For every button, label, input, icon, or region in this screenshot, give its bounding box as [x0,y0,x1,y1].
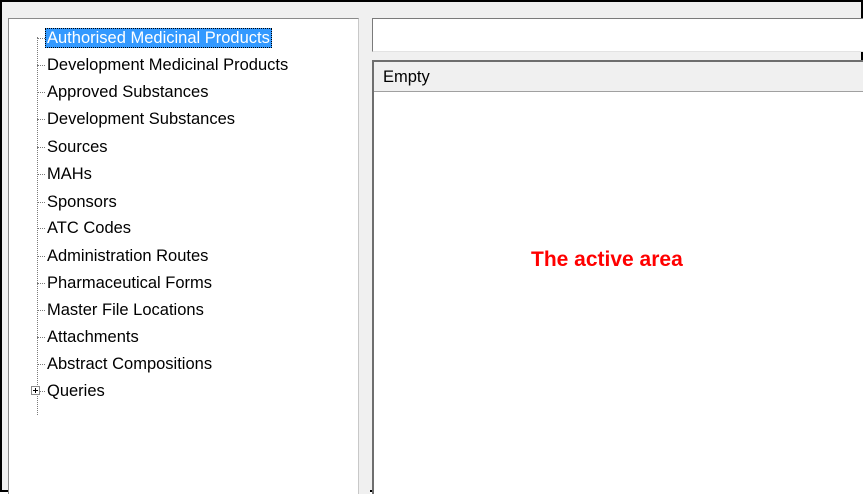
tree-branch-line [37,173,45,175]
tree-branch-line [37,118,45,120]
tree-item-attachments[interactable]: Attachments [37,327,141,347]
tree-item-administration-routes[interactable]: Administration Routes [37,246,210,266]
content-grid[interactable]: Empty The active area [372,60,863,494]
tree-item-mahs[interactable]: MAHs [37,164,94,184]
active-area-annotation: The active area [531,248,683,271]
tree-item-development-substances[interactable]: Development Substances [37,109,237,129]
navigation-tree: Authorised Medicinal Products Developmen… [9,19,358,494]
tree-item-label: Sources [47,138,108,156]
tree-branch-line [37,282,45,284]
tree-branch-line [37,336,45,338]
tree-item-queries[interactable]: Queries [31,381,107,401]
tree-branch-line [37,363,45,365]
grid-header-label: Empty [383,68,430,86]
tree-item-development-medicinal-products[interactable]: Development Medicinal Products [37,55,290,75]
grid-column-header[interactable]: Empty [374,62,863,92]
tree-item-sources[interactable]: Sources [37,137,110,157]
tree-item-abstract-compositions[interactable]: Abstract Compositions [37,354,214,374]
tree-branch-line [37,146,45,148]
tree-item-label: Administration Routes [47,247,209,265]
tree-item-label: Abstract Compositions [47,355,213,373]
plus-expander-icon[interactable] [31,386,40,395]
application-window: Authorised Medicinal Products Developmen… [0,0,863,494]
tree-item-authorised-medicinal-products[interactable]: Authorised Medicinal Products [37,28,272,48]
navigation-tree-panel[interactable]: Authorised Medicinal Products Developmen… [8,18,359,494]
tree-item-label: Approved Substances [47,83,209,101]
tree-item-label: Attachments [47,328,139,346]
top-text-field[interactable] [372,18,863,52]
tree-item-sponsors[interactable]: Sponsors [37,192,119,212]
tree-item-label: Development Substances [47,110,236,128]
tree-item-pharmaceutical-forms[interactable]: Pharmaceutical Forms [37,273,214,293]
tree-branch-line [37,37,45,39]
tree-item-label: ATC Codes [47,219,132,237]
tree-branch-line [37,201,45,203]
tree-branch-line [37,64,45,66]
tree-item-label: Development Medicinal Products [47,56,289,74]
tree-branch-line [37,255,45,257]
tree-item-label: MAHs [47,165,92,183]
tree-branch-line [37,309,45,311]
tree-item-label: Authorised Medicinal Products [45,28,272,48]
tree-branch-line [37,227,45,229]
tree-item-master-file-locations[interactable]: Master File Locations [37,300,206,320]
panel-splitter[interactable] [359,18,370,494]
tree-item-atc-codes[interactable]: ATC Codes [37,218,133,238]
tree-item-label: Master File Locations [47,301,204,319]
tree-branch-line [37,91,45,93]
tree-item-label: Queries [47,382,105,400]
tree-item-approved-substances[interactable]: Approved Substances [37,82,210,102]
tree-item-label: Sponsors [47,193,117,211]
tree-item-label: Pharmaceutical Forms [47,274,213,292]
